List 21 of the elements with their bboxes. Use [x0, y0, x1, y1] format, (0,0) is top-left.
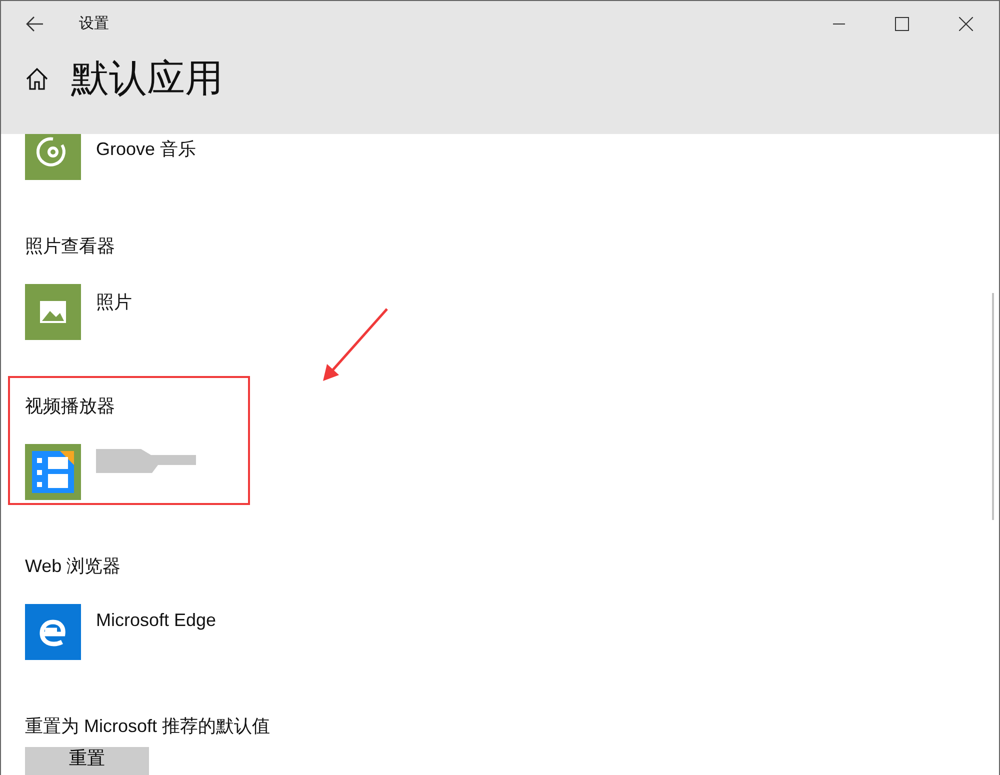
- section-label: 视频播放器: [25, 395, 116, 418]
- section-label: Web 浏览器: [25, 555, 122, 578]
- window-title: 设置: [79, 14, 109, 33]
- back-arrow-icon[interactable]: [26, 16, 44, 32]
- picture-icon: [25, 284, 81, 340]
- reset-button[interactable]: 重置: [25, 747, 149, 775]
- app-name: 照片: [96, 291, 132, 314]
- home-icon[interactable]: [25, 67, 49, 91]
- app-choice[interactable]: Microsoft Edge: [25, 604, 999, 660]
- app-name: Microsoft Edge: [96, 610, 216, 631]
- scrollbar[interactable]: [992, 293, 994, 520]
- close-icon[interactable]: [959, 16, 973, 30]
- section-label: 照片查看器: [25, 235, 116, 258]
- app-choice[interactable]: Groove 音乐: [25, 134, 999, 180]
- film-icon: [25, 444, 81, 500]
- maximize-icon[interactable]: [895, 16, 909, 30]
- browser-e-icon: [25, 604, 81, 660]
- app-choice[interactable]: 照片: [25, 284, 999, 340]
- app-name: Groove 音乐: [96, 138, 196, 161]
- reset-label: 重置为 Microsoft 推荐的默认值: [25, 715, 272, 738]
- page-title: 默认应用: [71, 57, 223, 102]
